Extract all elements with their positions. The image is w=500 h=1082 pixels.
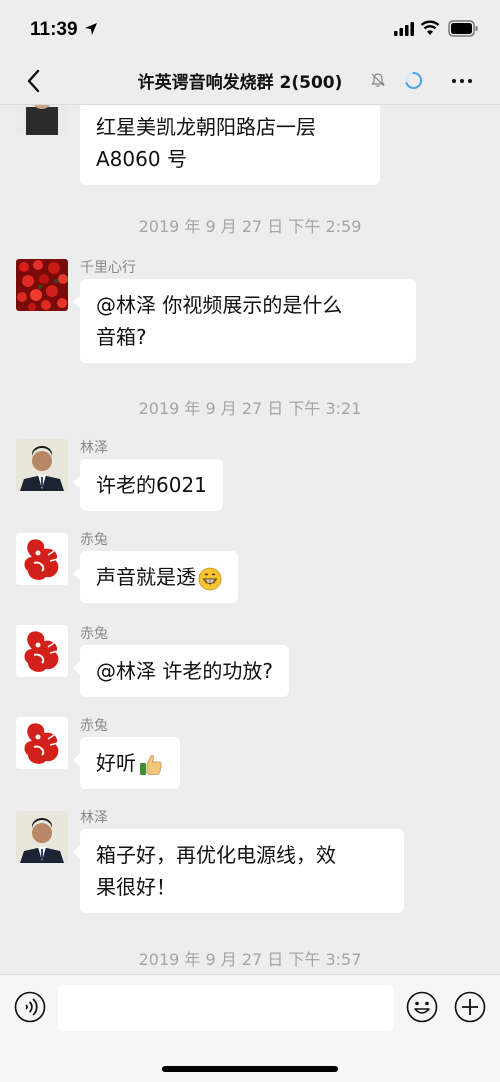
message-text: 好听 [96, 751, 136, 775]
avatar-partial[interactable] [16, 105, 68, 135]
avatar-chitu[interactable] [16, 533, 68, 585]
message-text: 音箱? [96, 325, 147, 349]
message-text: @林泽 你视频展示的是什么 [96, 293, 343, 317]
grinning-face-emoji [198, 567, 222, 590]
sender-name: 林泽 [80, 440, 108, 456]
message-text: A8060 号 [96, 147, 187, 171]
message-text: 许老的6021 [96, 473, 207, 497]
message-text: 红星美凯龙朝阳路店一层 [96, 115, 316, 139]
plus-icon[interactable] [454, 991, 486, 1023]
message-text: 箱子好，再优化电源线，效 [96, 843, 336, 867]
home-indicator[interactable] [162, 1066, 338, 1072]
status-bar: 11:39 [0, 0, 500, 58]
emoji-icon[interactable] [406, 991, 438, 1023]
message-bubble[interactable]: 好听 [73, 737, 180, 789]
sender-name: 赤兔 [80, 626, 108, 642]
more-button[interactable] [446, 66, 478, 96]
timestamp: 2019 年 9 月 27 日 下午 3:57 [138, 950, 362, 969]
status-time: 11:39 [30, 19, 78, 40]
chat-area[interactable]: 红星美凯龙朝阳路店一层 A8060 号 2019 年 9 月 27 日 下午 2… [0, 104, 500, 974]
message-bubble[interactable]: 箱子好，再优化电源线，效 果很好！ [73, 829, 404, 913]
thumbs-up-emoji [140, 754, 162, 775]
message-bubble[interactable]: 许老的6021 [73, 459, 223, 511]
sender-name: 千里心行 [80, 260, 136, 276]
message-bubble[interactable]: @林泽 你视频展示的是什么 音箱? [73, 279, 416, 363]
cellular-signal-icon [394, 22, 414, 36]
voice-icon[interactable] [14, 991, 46, 1023]
back-button[interactable] [18, 66, 48, 96]
avatar-linze[interactable] [16, 439, 68, 491]
avatar-chitu[interactable] [16, 625, 68, 677]
avatar-linze[interactable] [16, 811, 68, 863]
loading-icon [405, 71, 423, 89]
wifi-icon [420, 20, 440, 35]
message-text: @林泽 许老的功放? [96, 659, 273, 683]
message-bubble[interactable]: 声音就是透 [73, 551, 238, 603]
mute-bell-icon [371, 73, 385, 87]
message-text: 果很好！ [96, 875, 176, 899]
message-input[interactable] [58, 985, 394, 1031]
message-text: 声音就是透 [96, 565, 196, 589]
back-arrow-icon [27, 69, 40, 93]
avatar-chitu[interactable] [16, 717, 68, 769]
timestamp: 2019 年 9 月 27 日 下午 3:21 [138, 399, 362, 418]
message-bubble[interactable]: @林泽 许老的功放? [73, 645, 289, 697]
location-arrow-icon [85, 23, 97, 35]
sender-name: 赤兔 [80, 532, 108, 548]
message-bubble-partial[interactable]: 红星美凯龙朝阳路店一层 A8060 号 [80, 105, 380, 185]
timestamp: 2019 年 9 月 27 日 下午 2:59 [138, 217, 362, 236]
sender-name: 赤兔 [80, 718, 108, 734]
battery-icon [448, 20, 478, 37]
more-icon [452, 79, 456, 83]
sender-name: 林泽 [80, 810, 108, 826]
nav-bar: 许英谔音响发烧群 2(500) [0, 58, 500, 104]
chat-title: 许英谔音响发烧群 2(500) [137, 73, 343, 93]
avatar-qianlixinxing[interactable] [16, 259, 68, 311]
